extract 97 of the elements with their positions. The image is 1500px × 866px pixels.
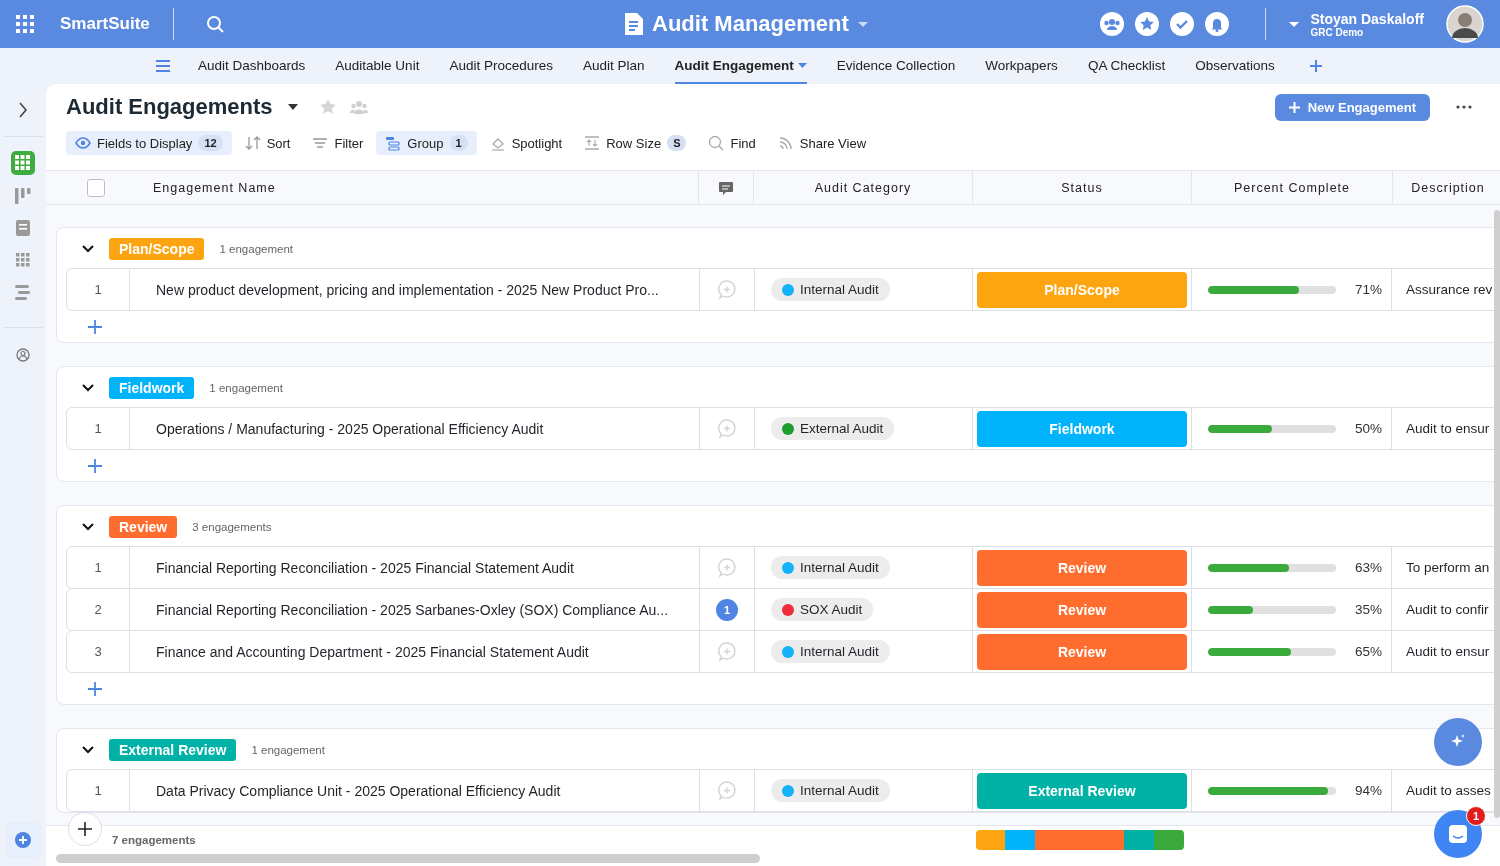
sort-icon [244, 135, 261, 151]
percent-text: 50% [1353, 421, 1382, 436]
more-icon[interactable] [1456, 105, 1472, 109]
table-cell-text: Audit to confir [1405, 601, 1490, 619]
toolbar-button[interactable]: Share View [768, 131, 876, 155]
row-height-icon [584, 135, 601, 151]
comment-icon [718, 179, 734, 196]
row-number: 1 [67, 269, 130, 310]
chat-icon [1447, 823, 1469, 845]
user-circle-icon[interactable] [16, 348, 30, 362]
tab[interactable]: Audit Plan [582, 47, 645, 85]
plus-icon [15, 832, 31, 848]
workspace-name: GRC Demo [1310, 26, 1365, 38]
row-number: 1 [67, 408, 130, 449]
column-header: Audit Category [814, 180, 912, 195]
table-cell: New product development, pricing and implementation - 2025 New Product Pro... [130, 269, 700, 310]
toolbar-button[interactable]: Filter [303, 131, 373, 155]
row-number: 1 [67, 770, 130, 811]
percent-text: 35% [1353, 602, 1382, 617]
category-tag: SOX Audit [771, 598, 874, 621]
table-cell: Finance and Accounting Department - 2025 Financial Statement Audit [130, 631, 700, 672]
group-label: Review [109, 515, 178, 538]
add-row-icon[interactable] [88, 458, 102, 473]
solution-title: Audit Management [652, 11, 849, 37]
category-tag: Internal Audit [771, 278, 890, 301]
category-tag: Internal Audit [771, 779, 890, 802]
category-tag: Internal Audit [771, 556, 890, 579]
add-button[interactable] [5, 822, 41, 858]
tab[interactable]: Workpapers [985, 47, 1058, 85]
tab[interactable]: Evidence Collection [836, 47, 956, 85]
percent-text: 63% [1353, 560, 1382, 575]
toolbar-button[interactable]: Group 1 [376, 131, 477, 155]
avatar[interactable] [1446, 5, 1484, 43]
search-icon[interactable] [206, 15, 224, 33]
toolbar-button[interactable]: Spotlight [480, 131, 572, 155]
count-badge: S [667, 135, 687, 151]
plus-icon [1288, 101, 1300, 113]
scrollbar[interactable] [1494, 210, 1500, 818]
add-row-icon[interactable] [88, 681, 102, 696]
table-cell: Operations / Manufacturing - 2025 Operational Efficiency Audit [130, 408, 700, 449]
toolbar-button[interactable]: Fields to Display 12 [66, 131, 232, 155]
column-header: Engagement Name [153, 180, 276, 195]
table-cell-text: To perform an [1405, 559, 1491, 577]
filter-icon [312, 135, 329, 151]
toolbar-button[interactable]: Sort [235, 131, 300, 155]
apps-icon[interactable] [16, 15, 34, 33]
add-tab-icon[interactable] [1308, 59, 1323, 73]
column-header: Status [1061, 180, 1103, 195]
percent-text: 94% [1353, 783, 1382, 798]
tab[interactable]: Audit Dashboards [198, 47, 306, 85]
add-row-icon[interactable] [88, 319, 102, 334]
count-badge: 12 [198, 135, 223, 151]
app-name: SmartSuite [60, 14, 151, 34]
count-badge: 1 [449, 135, 468, 151]
view-title: Audit Engagements [66, 94, 273, 120]
expand-icon[interactable] [18, 102, 28, 118]
kanban-icon[interactable] [12, 185, 34, 207]
grid-icon[interactable] [11, 151, 35, 175]
category-tag: External Audit [771, 417, 895, 440]
group-label: External Review [109, 738, 237, 761]
group-count: 1 engagement [251, 743, 325, 756]
tab[interactable]: Audit Procedures [449, 47, 553, 85]
group-count: 1 engagement [219, 242, 293, 255]
add-record-button[interactable] [68, 812, 102, 846]
menu-icon[interactable] [156, 60, 170, 72]
search-icon [708, 135, 725, 151]
toolbar-button[interactable]: Find [699, 131, 765, 155]
column-header: Description [1411, 180, 1485, 195]
table-cell-text: Audit to ensur [1405, 420, 1491, 438]
group-label: Plan/Scope [109, 237, 205, 260]
percent-text: 65% [1353, 644, 1382, 659]
caret-icon[interactable] [286, 103, 299, 111]
record-count: 7 engagements [112, 834, 196, 846]
scrollbar[interactable] [56, 854, 760, 863]
tab[interactable]: QA Checklist [1087, 47, 1166, 85]
group-count: 3 engagements [192, 520, 272, 533]
group-label: Fieldwork [109, 376, 195, 399]
tab[interactable]: Observations [1195, 47, 1275, 85]
tab[interactable]: Auditable Unit [335, 47, 420, 85]
group-count: 1 engagement [209, 381, 283, 394]
table-cell-text: Audit to asses [1405, 782, 1492, 800]
document-icon [624, 12, 644, 36]
category-tag: Internal Audit [771, 640, 890, 663]
group-icon [385, 135, 402, 151]
column-header: Percent Complete [1233, 180, 1351, 195]
row-number: 3 [67, 631, 130, 672]
table-cell-text: Audit to ensur [1405, 643, 1491, 661]
select-all-checkbox[interactable] [87, 178, 105, 197]
table-cell: Data Privacy Compliance Unit - 2025 Operational Efficiency Audit [130, 770, 700, 811]
eye-icon [75, 135, 91, 151]
star-icon[interactable] [318, 98, 337, 116]
table-cell-text: Assurance rev [1405, 281, 1494, 299]
comment-count[interactable]: 1 [716, 598, 738, 621]
percent-text: 71% [1353, 282, 1382, 297]
plus-icon [78, 822, 92, 836]
toolbar-button[interactable]: Row Size S [575, 131, 696, 155]
rss-icon [777, 135, 794, 151]
